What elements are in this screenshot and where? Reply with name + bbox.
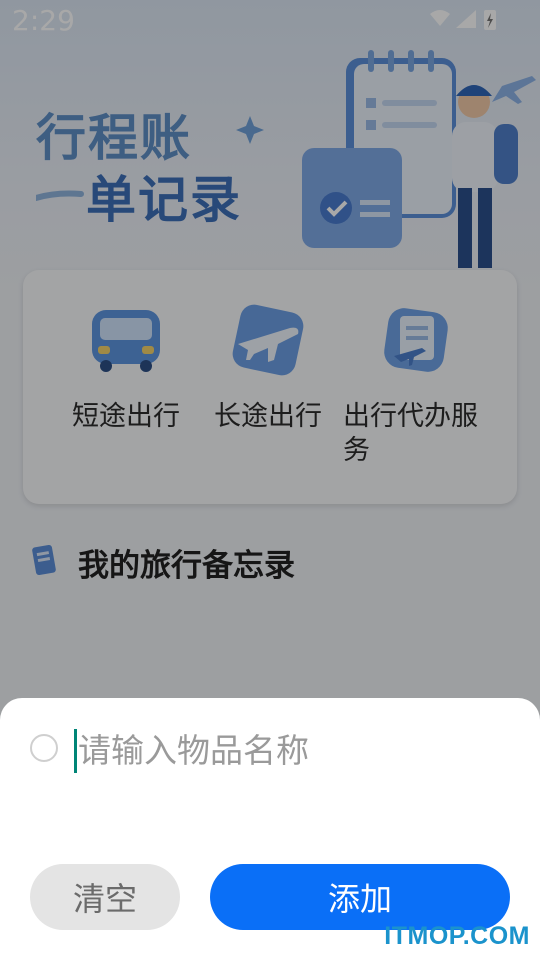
item-name-input[interactable]	[78, 726, 518, 774]
watermark: ITMOP.COM	[384, 922, 530, 950]
clear-button[interactable]: 清空	[30, 864, 180, 930]
text-cursor	[74, 729, 77, 773]
item-radio[interactable]	[30, 734, 58, 762]
add-button[interactable]: 添加	[210, 864, 510, 930]
